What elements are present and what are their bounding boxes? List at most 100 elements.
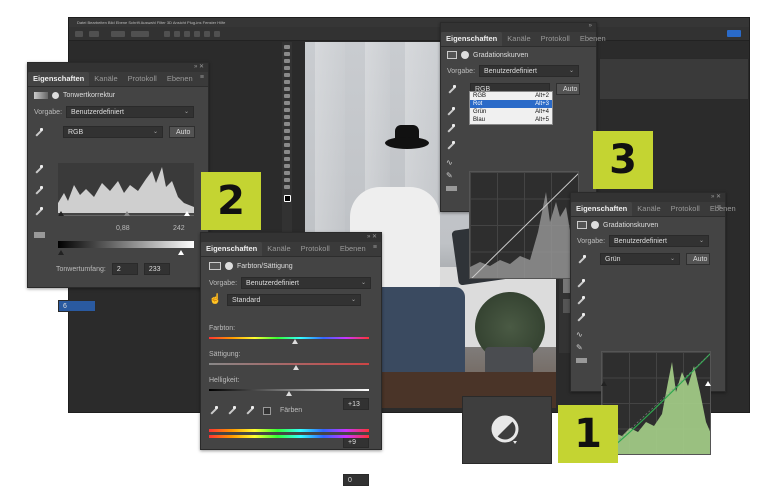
lasso-tool-icon[interactable] (284, 59, 290, 63)
crop-tool-icon[interactable] (284, 73, 290, 77)
share-button[interactable] (727, 30, 741, 37)
frame-tool-icon[interactable] (284, 80, 290, 84)
white-point-thumb[interactable] (184, 211, 190, 216)
hand-adjust-icon[interactable] (577, 254, 586, 264)
blur-tool-icon[interactable] (284, 136, 290, 140)
option-icon[interactable] (164, 31, 170, 37)
output-black-thumb[interactable] (58, 250, 64, 255)
pencil-tool-icon[interactable]: ✎ (446, 171, 458, 180)
tab-history[interactable]: Protokoll (536, 32, 575, 46)
black-point-thumb[interactable] (601, 381, 607, 386)
hand-tool-icon[interactable] (284, 178, 290, 182)
hand-adjust-icon[interactable]: ☝ (209, 295, 221, 305)
home-icon[interactable] (75, 31, 83, 37)
close-icon[interactable]: » (589, 23, 592, 29)
mask-icon[interactable] (52, 92, 59, 99)
menu-bar[interactable]: Datei Bearbeiten Bild Ebene Schrift Ausw… (69, 18, 749, 27)
option-icon[interactable] (174, 31, 180, 37)
select-tool-icon[interactable] (284, 66, 290, 70)
pen-tool-icon[interactable] (284, 150, 290, 154)
tab-history[interactable]: Protokoll (296, 242, 335, 256)
zoom-tool-icon[interactable] (284, 185, 290, 189)
panel-menu-icon[interactable]: ≡ (717, 204, 721, 211)
gamma-thumb[interactable] (124, 211, 130, 216)
tool-preset-icon[interactable] (89, 31, 99, 37)
tab-properties[interactable]: Eigenschaften (571, 202, 633, 216)
option-icon[interactable] (184, 31, 190, 37)
curve-graph[interactable] (469, 171, 579, 279)
option-icon[interactable] (194, 31, 200, 37)
marquee-tool-icon[interactable] (284, 52, 290, 56)
curve-point-tool-icon[interactable]: ∿ (446, 158, 458, 167)
close-icon[interactable]: » ✕ (367, 233, 377, 240)
hue-value-field[interactable]: +13 (343, 398, 369, 410)
path-select-icon[interactable] (284, 164, 290, 168)
tab-history[interactable]: Protokoll (666, 202, 705, 216)
tab-layers[interactable]: Ebenen (162, 72, 198, 86)
eyedropper-plus-icon[interactable] (227, 406, 236, 415)
channel-select[interactable]: RGB ⌄ (63, 126, 163, 138)
panel-menu-icon[interactable]: ≡ (200, 74, 204, 81)
dropdown-option[interactable]: RGB Alt+2 (470, 92, 552, 100)
preset-select[interactable]: Benutzerdefiniert ⌄ (241, 277, 372, 289)
type-tool-icon[interactable] (284, 157, 290, 161)
healing-tool-icon[interactable] (284, 94, 290, 98)
panel-menu-icon[interactable]: ≡ (373, 244, 377, 251)
shape-tool-icon[interactable] (284, 171, 290, 175)
tab-properties[interactable]: Eigenschaften (441, 32, 503, 46)
hand-adjust-icon[interactable] (447, 84, 456, 94)
black-eyedropper-icon[interactable] (576, 279, 585, 288)
dropdown-option[interactable]: Rot Alt+3 (470, 100, 552, 108)
dropdown-option[interactable]: Grün Alt+4 (470, 108, 552, 116)
history-brush-icon[interactable] (284, 115, 290, 119)
tab-layers[interactable]: Ebenen (575, 32, 611, 46)
lightness-value-field[interactable]: 0 (343, 474, 369, 486)
auto-button[interactable]: Auto (686, 253, 710, 265)
white-point-thumb[interactable] (705, 381, 711, 386)
option-icon[interactable] (204, 31, 210, 37)
channel-select[interactable]: Grün ⌄ (600, 253, 680, 265)
preset-select[interactable]: Benutzerdefiniert ⌄ (479, 65, 580, 77)
histogram-warning-icon[interactable] (446, 186, 457, 191)
eyedropper-tool-icon[interactable] (284, 87, 290, 91)
gray-eyedropper-icon[interactable] (34, 186, 43, 195)
tab-properties[interactable]: Eigenschaften (201, 242, 263, 256)
dodge-tool-icon[interactable] (284, 143, 290, 147)
black-eyedropper-icon[interactable] (446, 107, 455, 116)
option-field[interactable] (131, 31, 149, 37)
option-field[interactable] (111, 31, 125, 37)
tab-layers[interactable]: Ebenen (705, 202, 741, 216)
close-icon[interactable]: » ✕ (194, 63, 204, 70)
white-eyedropper-icon[interactable] (34, 207, 43, 216)
tab-channels[interactable]: Kanäle (89, 72, 122, 86)
input-white-value[interactable]: 242 (173, 225, 185, 232)
saturation-slider-track[interactable] (209, 363, 369, 365)
input-gamma-value[interactable]: 0,88 (116, 225, 130, 232)
input-black-field[interactable]: 6 (58, 300, 96, 312)
histogram-warning-icon[interactable] (34, 232, 45, 238)
dropdown-option[interactable]: Blau Alt+5 (470, 116, 552, 124)
colorize-checkbox[interactable] (263, 406, 271, 415)
auto-button[interactable]: Auto (556, 83, 580, 95)
output-white-field[interactable]: 233 (143, 263, 170, 275)
gray-eyedropper-icon[interactable] (576, 296, 585, 305)
foreground-color-icon[interactable] (283, 195, 291, 202)
curve-point-tool-icon[interactable]: ∿ (576, 330, 588, 339)
hand-adjust-icon[interactable] (34, 127, 43, 137)
mask-icon[interactable] (461, 51, 469, 59)
auto-button[interactable]: Auto (169, 126, 195, 138)
lightness-slider-thumb[interactable] (286, 391, 292, 396)
range-select[interactable]: Standard ⌄ (227, 294, 361, 306)
tab-channels[interactable]: Kanäle (502, 32, 535, 46)
mask-icon[interactable] (225, 262, 233, 270)
black-eyedropper-icon[interactable] (34, 165, 43, 174)
move-tool-icon[interactable] (284, 45, 290, 49)
gray-eyedropper-icon[interactable] (446, 124, 455, 133)
output-white-thumb[interactable] (178, 250, 184, 255)
tab-properties[interactable]: Eigenschaften (28, 72, 90, 86)
preset-select[interactable]: Benutzerdefiniert ⌄ (609, 235, 710, 247)
option-icon[interactable] (214, 31, 220, 37)
tab-channels[interactable]: Kanäle (262, 242, 295, 256)
eraser-tool-icon[interactable] (284, 122, 290, 126)
close-icon[interactable]: » ✕ (711, 193, 721, 200)
